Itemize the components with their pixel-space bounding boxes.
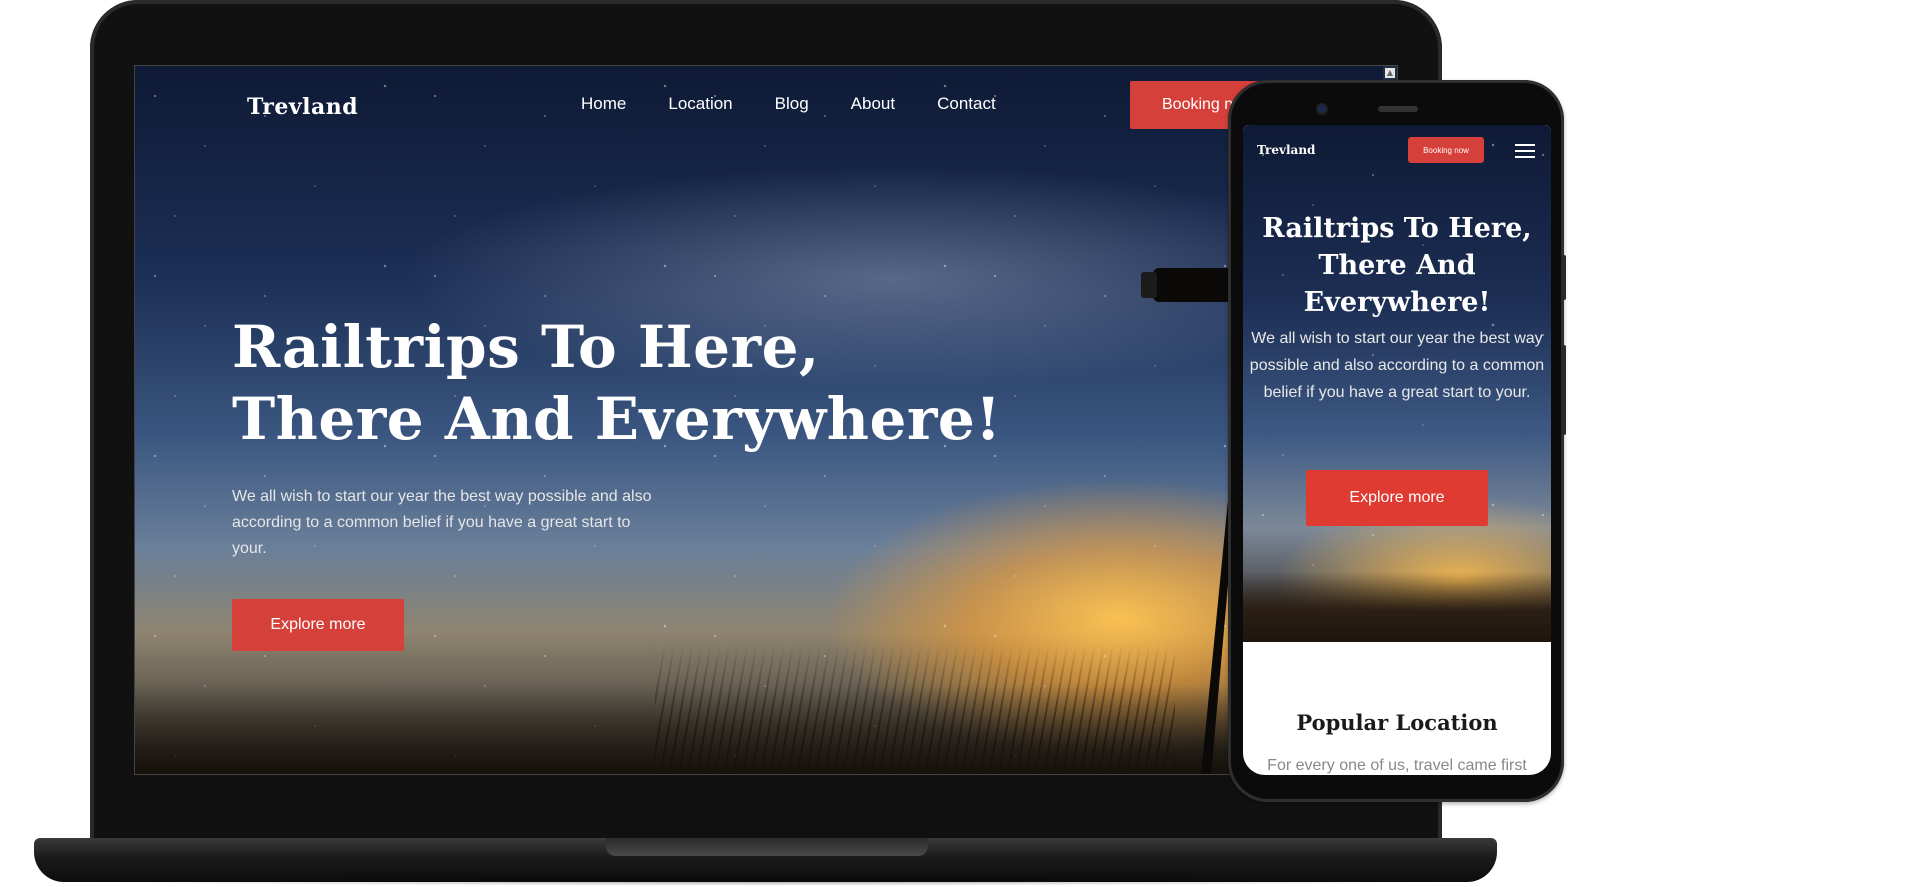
scroll-up-arrow-icon[interactable]: ▲ xyxy=(1385,68,1395,78)
mobile-hero-title: Railtrips To Here, There And Everywhere! xyxy=(1243,210,1551,321)
nav-location[interactable]: Location xyxy=(668,94,732,114)
mobile-hero-title-line-2: There And xyxy=(1318,250,1476,281)
mobile-hero-title-line-3: Everywhere! xyxy=(1303,287,1491,318)
hero-description: We all wish to start our year the best w… xyxy=(232,488,652,557)
laptop-shadow xyxy=(60,876,1470,886)
laptop-screen: Trevland Home Location Blog About Contac… xyxy=(134,65,1398,775)
phone-speaker xyxy=(1378,106,1418,112)
nav-blog[interactable]: Blog xyxy=(775,94,809,114)
nav-home[interactable]: Home xyxy=(581,94,626,114)
hero-title-line-1: Railtrips To Here, xyxy=(232,313,820,381)
mobile-booking-button[interactable]: Booking now xyxy=(1408,137,1484,163)
phone-power-button xyxy=(1561,255,1566,300)
device-mockup-scene: Trevland Home Location Blog About Contac… xyxy=(0,0,1920,887)
phone-front-camera xyxy=(1318,105,1326,113)
hero-title-line-2: There And Everywhere! xyxy=(232,385,1002,453)
main-nav: Home Location Blog About Contact xyxy=(581,94,1038,114)
mobile-hero-description: We all wish to start our year the best w… xyxy=(1249,330,1545,401)
hamburger-menu-icon[interactable] xyxy=(1515,144,1535,158)
mobile-hero-title-line-1: Railtrips To Here, xyxy=(1262,213,1532,244)
laptop-hinge-notch xyxy=(606,838,928,856)
explore-more-button[interactable]: Explore more xyxy=(232,599,404,651)
mobile-explore-more-button[interactable]: Explore more xyxy=(1306,470,1488,526)
nav-about[interactable]: About xyxy=(851,94,895,114)
mobile-hero: Trevland Booking now Railtrips To Here, … xyxy=(1243,125,1551,642)
site-logo[interactable]: Trevland xyxy=(247,94,358,120)
mobile-site-logo[interactable]: Trevland xyxy=(1257,143,1315,157)
phone-screen: Trevland Booking now Railtrips To Here, … xyxy=(1243,125,1551,775)
popular-location-subtitle: For every one of us, travel came first xyxy=(1267,757,1527,774)
popular-location-heading: Popular Location xyxy=(1296,710,1498,735)
mobile-ground xyxy=(1243,572,1551,642)
nav-contact[interactable]: Contact xyxy=(937,94,996,114)
hero-title: Railtrips To Here, There And Everywhere! xyxy=(232,311,1012,455)
phone-volume-button xyxy=(1561,345,1566,435)
